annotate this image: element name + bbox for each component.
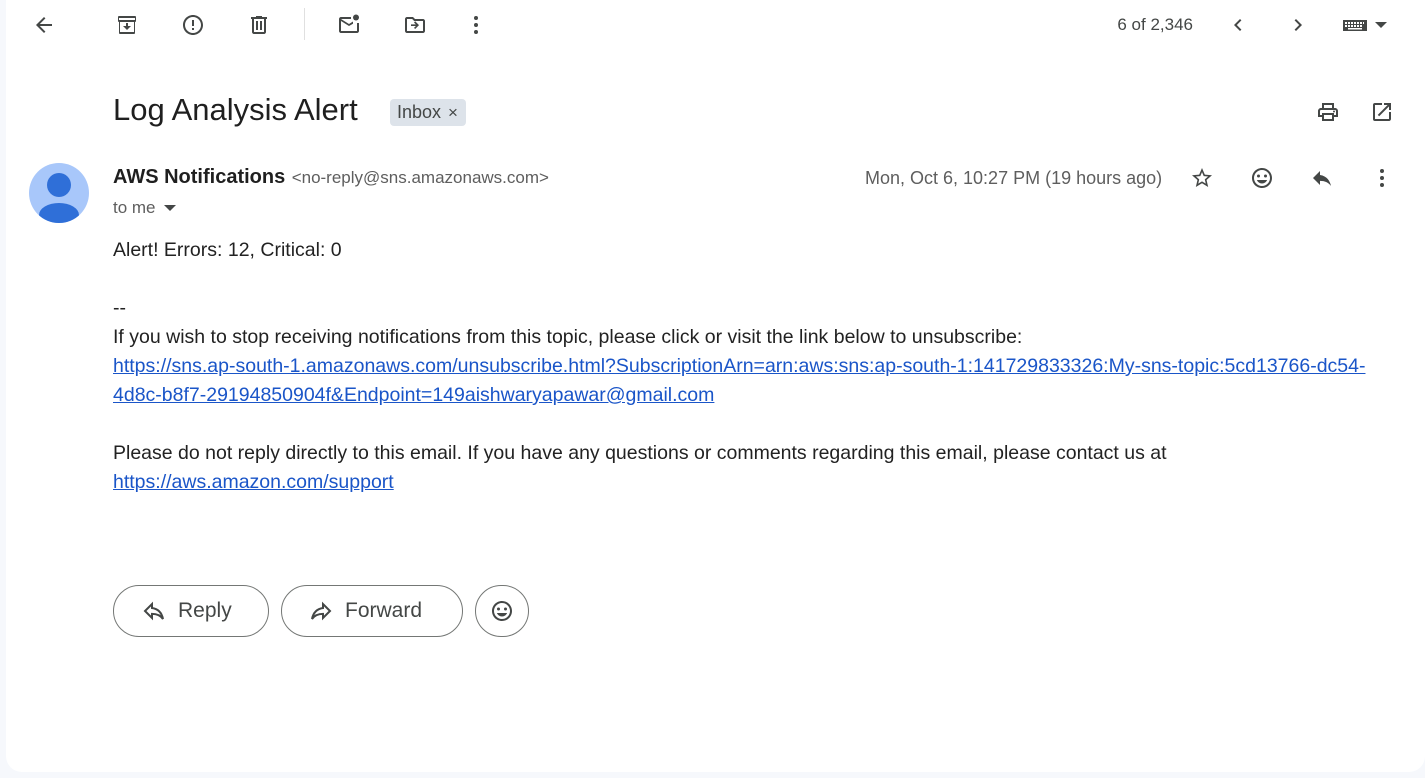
email-body: Alert! Errors: 12, Critical: 0 -- If you… [113, 236, 1383, 497]
report-spam-icon [183, 15, 203, 35]
email-subject: Log Analysis Alert [113, 92, 358, 127]
print-icon [1318, 103, 1338, 121]
keyboard-icon [1343, 20, 1367, 31]
move-to-icon [405, 17, 425, 33]
back-button[interactable] [24, 5, 64, 45]
signature-separator: -- [113, 297, 126, 319]
reply-label: Reply [178, 599, 232, 622]
inbox-label-chip: Inbox × [390, 99, 466, 126]
toolbar-divider [304, 8, 305, 40]
archive-icon [118, 16, 136, 34]
archive-button[interactable] [107, 5, 147, 45]
message-more-button[interactable] [1362, 158, 1402, 198]
sender-info: AWS Notifications <no-reply@sns.amazonaw… [113, 166, 549, 189]
remove-label-button[interactable]: × [448, 103, 458, 123]
more-vert-icon [474, 16, 478, 34]
emoji-icon [1252, 168, 1272, 188]
open-new-window-button[interactable] [1362, 92, 1402, 132]
person-icon [39, 173, 79, 223]
add-reaction-button[interactable] [1242, 158, 1282, 198]
alert-text: Alert! Errors: 12, Critical: 0 [113, 239, 342, 261]
reply-button[interactable]: Reply [113, 585, 269, 637]
forward-button[interactable]: Forward [281, 585, 463, 637]
noreply-text: Please do not reply directly to this ema… [113, 442, 1167, 464]
more-vert-icon [1380, 169, 1384, 187]
chevron-down-icon [163, 205, 176, 211]
mark-unread-icon [339, 14, 359, 33]
unsubscribe-text: If you wish to stop receiving notificati… [113, 326, 1023, 348]
mark-unread-button[interactable] [329, 5, 369, 45]
print-button[interactable] [1308, 92, 1348, 132]
reply-icon [1313, 171, 1331, 186]
forward-icon [311, 601, 332, 621]
reply-icon [143, 601, 164, 621]
more-options-button[interactable] [456, 5, 496, 45]
older-button[interactable] [1278, 5, 1318, 45]
report-spam-button[interactable] [173, 5, 213, 45]
move-to-button[interactable] [395, 5, 435, 45]
sender-email: <no-reply@sns.amazonaws.com> [291, 168, 549, 187]
newer-button[interactable] [1218, 5, 1258, 45]
forward-label: Forward [345, 599, 423, 622]
sender-name[interactable]: AWS Notifications [113, 166, 285, 188]
emoji-icon [492, 601, 512, 621]
delete-button[interactable] [239, 5, 279, 45]
input-tools-button[interactable] [1336, 5, 1392, 45]
unsubscribe-link[interactable]: https://sns.ap-south-1.amazonaws.com/uns… [113, 355, 1365, 406]
arrow-back-icon [36, 17, 52, 33]
message-date: Mon, Oct 6, 10:27 PM (19 hours ago) [865, 168, 1163, 188]
avatar[interactable] [29, 163, 89, 223]
recipient-details-toggle[interactable]: to me [113, 198, 176, 218]
star-button[interactable] [1182, 158, 1222, 198]
emoji-reaction-button[interactable] [475, 585, 529, 637]
star-icon [1192, 168, 1212, 187]
reply-icon-button[interactable] [1302, 158, 1342, 198]
recipient-label: to me [113, 198, 156, 217]
chevron-right-icon [1294, 19, 1302, 31]
delete-icon [251, 16, 267, 34]
message-counter: 6 of 2,346 [1117, 15, 1193, 34]
chevron-left-icon [1234, 19, 1242, 31]
label-text: Inbox [397, 102, 442, 122]
open-in-new-icon [1373, 103, 1391, 121]
chevron-down-icon [1375, 22, 1387, 28]
support-link[interactable]: https://aws.amazon.com/support [113, 471, 394, 493]
